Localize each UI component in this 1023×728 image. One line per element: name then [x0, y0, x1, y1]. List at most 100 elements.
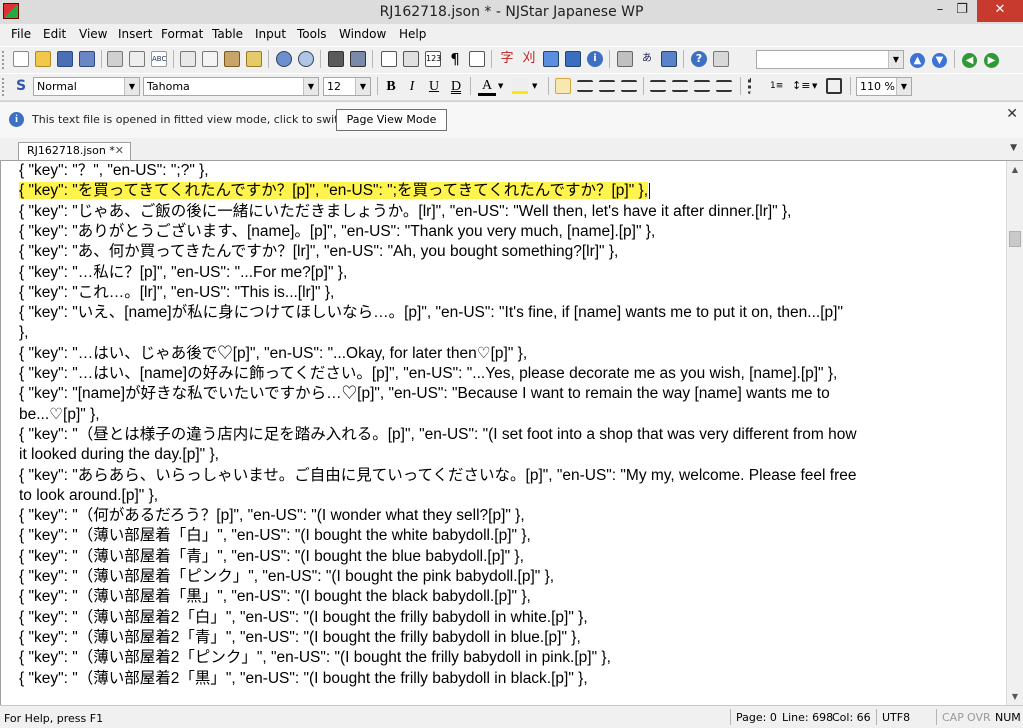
editor-area[interactable]: { "key": "？", "en-US": ";?" }, { "key": … [0, 161, 1006, 705]
bold-button[interactable]: B [382, 78, 400, 96]
menu-view[interactable]: View [79, 27, 107, 41]
editor-line[interactable]: { "key": "これ…。[lr]", "en-US": "This is..… [19, 283, 334, 303]
editor-line[interactable]: }, [19, 323, 28, 343]
zoom-select[interactable]: 110 % ▼ [856, 77, 912, 96]
styles-icon[interactable]: S [13, 78, 29, 94]
editor-line[interactable]: { "key": "を買ってきてくれたんですか？[p]", "en-US": "… [19, 181, 650, 201]
toolbar-grip[interactable] [2, 51, 8, 69]
toolbar-combo[interactable]: ▼ [756, 50, 904, 69]
redo-icon[interactable] [298, 51, 314, 67]
double-underline-button[interactable]: D [447, 78, 465, 96]
open-folder-icon[interactable] [35, 51, 51, 67]
sort-icon[interactable] [617, 51, 633, 67]
editor-line[interactable]: to look around.[p]" }, [19, 486, 158, 506]
save-icon[interactable] [57, 51, 73, 67]
spellcheck-icon[interactable]: ABC [151, 51, 167, 67]
back-arrow-icon[interactable]: ◀ [962, 53, 977, 68]
ruler-icon[interactable] [469, 51, 485, 67]
editor-line[interactable]: { "key": "…私に？[p]", "en-US": "...For me?… [19, 263, 347, 283]
japanese-char-icon[interactable]: 字 [499, 51, 515, 67]
editor-line[interactable]: { "key": "？", "en-US": ";?" }, [19, 161, 209, 181]
close-tab-icon[interactable]: ✕ [115, 143, 124, 159]
copy-icon[interactable] [202, 51, 218, 67]
align-center-icon[interactable] [577, 80, 593, 92]
italic-button[interactable]: I [403, 78, 421, 96]
editor-line[interactable]: { "key": "（薄い部屋着「黒」", "en-US": "(I bough… [19, 587, 531, 607]
print-icon[interactable] [107, 51, 123, 67]
vertical-scrollbar[interactable]: ▲ ▼ [1006, 161, 1023, 705]
font-select[interactable]: Tahoma ▼ [143, 77, 319, 96]
paste-icon[interactable] [224, 51, 240, 67]
justify-icon[interactable] [621, 80, 637, 92]
table-grid-icon[interactable] [826, 78, 842, 94]
input-method-icon[interactable] [543, 51, 559, 67]
help-icon[interactable]: ? [691, 51, 707, 67]
menu-file[interactable]: File [11, 27, 31, 41]
undo-icon[interactable] [276, 51, 292, 67]
scroll-up-icon[interactable]: ▲ [1007, 161, 1023, 178]
forward-arrow-icon[interactable]: ▶ [984, 53, 999, 68]
restore-button[interactable]: ❐ [947, 0, 977, 22]
editor-line[interactable]: { "key": "ありがとうございます、[name]。[p]", "en-US… [19, 222, 655, 242]
menu-insert[interactable]: Insert [118, 27, 152, 41]
find-icon[interactable] [328, 51, 344, 67]
save-all-icon[interactable] [79, 51, 95, 67]
toolbar-grip[interactable] [2, 78, 8, 96]
menu-window[interactable]: Window [339, 27, 386, 41]
editor-line[interactable]: be...♡[p]" }, [19, 405, 100, 425]
editor-line[interactable]: { "key": "（昼とは様子の違う店内に足を踏み入れる。[p]", "en-… [19, 425, 857, 445]
editor-line[interactable]: { "key": "…はい、じゃあ後で♡[p]", "en-US": "...O… [19, 344, 527, 364]
editor-line[interactable]: { "key": "あらあら、いらっしゃいませ。ご自由に見ていってくださいな。[… [19, 466, 857, 486]
font-size-select[interactable]: 12 ▼ [323, 77, 371, 96]
scroll-thumb[interactable] [1009, 231, 1021, 247]
editor-line[interactable]: { "key": "（薄い部屋着2「青」", "en-US": "(I boug… [19, 628, 581, 648]
new-document-icon[interactable] [13, 51, 29, 67]
page-view-mode-button[interactable]: Page View Mode [336, 109, 447, 131]
menu-input[interactable]: Input [255, 27, 286, 41]
editor-line[interactable]: { "key": "いえ、[name]が私に身につけてほしいなら…。[p]", … [19, 303, 843, 323]
font-color-icon[interactable]: A [478, 78, 496, 96]
first-line-indent-icon[interactable] [716, 80, 732, 92]
editor-line[interactable]: { "key": "（薄い部屋着「白」", "en-US": "(I bough… [19, 526, 531, 546]
close-icon[interactable]: ✕ [1006, 106, 1018, 122]
format-painter-icon[interactable] [246, 51, 262, 67]
editor-line[interactable]: { "key": "（薄い部屋着2「白」", "en-US": "(I boug… [19, 608, 588, 628]
menu-help[interactable]: Help [399, 27, 426, 41]
editor-line[interactable]: { "key": "じゃあ、ご飯の後に一緒にいただきましょうか。[lr]", "… [19, 202, 791, 222]
chevron-down-icon[interactable]: ▼ [124, 78, 139, 95]
cut-icon[interactable] [180, 51, 196, 67]
menu-edit[interactable]: Edit [43, 27, 66, 41]
paragraph-marks-icon[interactable]: ¶ [447, 51, 463, 67]
info-icon[interactable]: i [587, 51, 603, 67]
document-tab[interactable]: RJ162718.json * ✕ [18, 142, 131, 160]
context-help-icon[interactable] [713, 51, 729, 67]
chevron-down-icon[interactable]: ▼ [896, 78, 911, 95]
editor-line[interactable]: { "key": "[name]が好きな私でいたいですから…♡[p]", "en… [19, 384, 830, 404]
line-spacing-icon[interactable]: ↕≡ [792, 78, 810, 94]
print-preview-icon[interactable] [129, 51, 145, 67]
scroll-down-icon[interactable]: ▼ [1007, 688, 1023, 705]
editor-line[interactable]: { "key": "（薄い部屋着2「ピンク」", "en-US": "(I bo… [19, 648, 611, 668]
replace-icon[interactable] [350, 51, 366, 67]
align-right-icon[interactable] [599, 80, 615, 92]
editor-line[interactable]: { "key": "（何があるだろう？[p]", "en-US": "(I wo… [19, 506, 525, 526]
close-button[interactable]: ✕ [977, 0, 1023, 22]
style-select[interactable]: Normal ▼ [33, 77, 140, 96]
arrow-down-icon[interactable]: ▼ [932, 53, 947, 68]
arrow-up-icon[interactable]: ▲ [910, 53, 925, 68]
fitted-view-icon[interactable] [403, 51, 419, 67]
menu-table[interactable]: Table [212, 27, 243, 41]
editor-line[interactable]: { "key": "（薄い部屋着2「黒」", "en-US": "(I boug… [19, 669, 588, 689]
editor-line[interactable]: { "key": "…はい、[name]の好みに飾ってください。[p]", "e… [19, 364, 837, 384]
hanging-indent-icon[interactable] [694, 80, 710, 92]
chevron-down-icon[interactable]: ▼ [355, 78, 370, 95]
menu-tools[interactable]: Tools [297, 27, 327, 41]
editor-line[interactable]: { "key": "（薄い部屋着「ピンク」", "en-US": "(I bou… [19, 567, 554, 587]
kanji-lookup-icon[interactable]: 刈 [521, 51, 537, 67]
chevron-down-icon[interactable]: ▼ [888, 51, 903, 68]
convert-icon[interactable] [661, 51, 677, 67]
editor-line[interactable]: it looked during the day.[p]" }, [19, 445, 219, 465]
highlight-color-icon[interactable] [512, 78, 528, 94]
highlight-dropdown-icon[interactable]: ▼ [532, 78, 548, 94]
editor-line[interactable]: { "key": "あ、何か買ってきたんですか？[lr]", "en-US": … [19, 242, 618, 262]
